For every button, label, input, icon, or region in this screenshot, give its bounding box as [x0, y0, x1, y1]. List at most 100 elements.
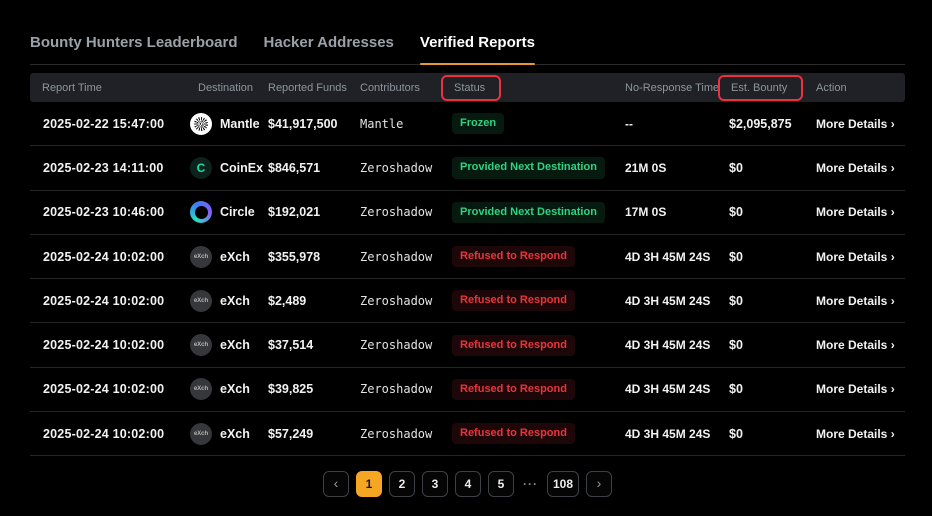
contributors-cell: Zeroshadow: [360, 250, 452, 264]
table-row: 2025-02-23 14:11:00 CoinEx $846,571 Zero…: [30, 146, 905, 190]
exch-logo-icon: [190, 378, 212, 400]
column-header-est-bounty-label: Est. Bounty: [731, 82, 787, 94]
reported-funds-cell: $41,917,500: [268, 117, 360, 131]
coinex-logo-icon: [190, 157, 212, 179]
status-badge: Refused to Respond: [452, 335, 575, 356]
contributors-cell: Mantle: [360, 117, 452, 131]
no-response-time-cell: 4D 3H 45M 24S: [625, 338, 729, 352]
status-cell: Refused to Respond: [452, 290, 625, 311]
destination-cell: eXch: [190, 334, 268, 356]
report-time-cell: 2025-02-24 10:02:00: [30, 294, 190, 308]
destination-cell: eXch: [190, 423, 268, 445]
column-header-report-time: Report Time: [30, 82, 190, 94]
circle-logo-icon: [190, 201, 212, 223]
status-cell: Refused to Respond: [452, 379, 625, 400]
destination-cell: eXch: [190, 246, 268, 268]
more-details-link[interactable]: More Details ›: [816, 161, 905, 175]
verified-reports-page: Bounty Hunters Leaderboard Hacker Addres…: [0, 0, 932, 497]
tab-verified-reports[interactable]: Verified Reports: [420, 34, 535, 64]
pagination-prev-button[interactable]: ‹: [323, 471, 349, 497]
reported-funds-cell: $39,825: [268, 382, 360, 396]
est-bounty-cell: $0: [729, 294, 816, 308]
destination-cell: eXch: [190, 378, 268, 400]
status-cell: Refused to Respond: [452, 335, 625, 356]
status-cell: Frozen: [452, 113, 625, 134]
status-badge: Refused to Respond: [452, 246, 575, 267]
status-badge: Frozen: [452, 113, 504, 134]
status-badge: Provided Next Destination: [452, 157, 605, 178]
report-time-cell: 2025-02-22 15:47:00: [30, 117, 190, 131]
no-response-time-cell: 4D 3H 45M 24S: [625, 382, 729, 396]
est-bounty-column-red-highlight-box: Est. Bounty: [718, 75, 803, 101]
more-details-link[interactable]: More Details ›: [816, 427, 905, 441]
reported-funds-cell: $192,021: [268, 205, 360, 219]
reported-funds-cell: $846,571: [268, 161, 360, 175]
pagination-page-1[interactable]: 1: [356, 471, 382, 497]
pagination-page-2[interactable]: 2: [389, 471, 415, 497]
status-column-red-highlight-box: Status: [441, 75, 501, 101]
column-header-reported-funds: Reported Funds: [268, 82, 360, 94]
reported-funds-cell: $37,514: [268, 338, 360, 352]
pagination: ‹ 1 2 3 4 5 ··· 108 ›: [30, 471, 905, 497]
report-time-cell: 2025-02-24 10:02:00: [30, 427, 190, 441]
status-badge: Refused to Respond: [452, 423, 575, 444]
tab-hacker-addresses[interactable]: Hacker Addresses: [264, 34, 394, 64]
mantle-logo-icon: [190, 113, 212, 135]
table-body: 2025-02-22 15:47:00 Mantle $41,917,500 M…: [30, 102, 905, 456]
no-response-time-cell: 4D 3H 45M 24S: [625, 250, 729, 264]
pagination-page-5[interactable]: 5: [488, 471, 514, 497]
contributors-cell: Zeroshadow: [360, 205, 452, 219]
report-time-cell: 2025-02-24 10:02:00: [30, 338, 190, 352]
destination-name: eXch: [220, 250, 250, 264]
reported-funds-cell: $355,978: [268, 250, 360, 264]
est-bounty-cell: $0: [729, 161, 816, 175]
reported-funds-cell: $2,489: [268, 294, 360, 308]
destination-name: eXch: [220, 382, 250, 396]
tab-bar: Bounty Hunters Leaderboard Hacker Addres…: [30, 0, 905, 65]
est-bounty-cell: $0: [729, 427, 816, 441]
more-details-link[interactable]: More Details ›: [816, 250, 905, 264]
status-badge: Provided Next Destination: [452, 202, 605, 223]
table-row: 2025-02-24 10:02:00 eXch $39,825 Zerosha…: [30, 368, 905, 412]
est-bounty-cell: $0: [729, 205, 816, 219]
column-header-status-label: Status: [454, 82, 485, 94]
destination-cell: Mantle: [190, 113, 268, 135]
table-row: 2025-02-24 10:02:00 eXch $355,978 Zerosh…: [30, 235, 905, 279]
est-bounty-cell: $0: [729, 382, 816, 396]
column-header-destination: Destination: [190, 82, 268, 94]
contributors-cell: Zeroshadow: [360, 161, 452, 175]
status-cell: Provided Next Destination: [452, 157, 625, 178]
est-bounty-cell: $2,095,875: [729, 117, 816, 131]
destination-name: CoinEx: [220, 161, 263, 175]
table-row: 2025-02-24 10:02:00 eXch $37,514 Zerosha…: [30, 323, 905, 367]
destination-cell: eXch: [190, 290, 268, 312]
destination-name: eXch: [220, 338, 250, 352]
table-row: 2025-02-24 10:02:00 eXch $57,249 Zerosha…: [30, 412, 905, 456]
more-details-link[interactable]: More Details ›: [816, 294, 905, 308]
column-header-est-bounty: Est. Bounty: [729, 82, 816, 94]
est-bounty-cell: $0: [729, 338, 816, 352]
status-cell: Refused to Respond: [452, 246, 625, 267]
report-time-cell: 2025-02-23 10:46:00: [30, 205, 190, 219]
column-header-no-response-time: No-Response Time: [625, 82, 729, 94]
destination-cell: CoinEx: [190, 157, 268, 179]
table-header-row: Report Time Destination Reported Funds C…: [30, 73, 905, 102]
pagination-page-4[interactable]: 4: [455, 471, 481, 497]
contributors-cell: Zeroshadow: [360, 338, 452, 352]
no-response-time-cell: --: [625, 117, 729, 131]
destination-name: Mantle: [220, 117, 260, 131]
tab-bounty-hunters-leaderboard[interactable]: Bounty Hunters Leaderboard: [30, 34, 238, 64]
pagination-page-108[interactable]: 108: [547, 471, 579, 497]
table-row: 2025-02-24 10:02:00 eXch $2,489 Zeroshad…: [30, 279, 905, 323]
more-details-link[interactable]: More Details ›: [816, 338, 905, 352]
est-bounty-cell: $0: [729, 250, 816, 264]
status-cell: Provided Next Destination: [452, 202, 625, 223]
pagination-ellipsis: ···: [521, 477, 540, 491]
more-details-link[interactable]: More Details ›: [816, 382, 905, 396]
pagination-next-button[interactable]: ›: [586, 471, 612, 497]
report-time-cell: 2025-02-24 10:02:00: [30, 250, 190, 264]
contributors-cell: Zeroshadow: [360, 427, 452, 441]
more-details-link[interactable]: More Details ›: [816, 205, 905, 219]
pagination-page-3[interactable]: 3: [422, 471, 448, 497]
more-details-link[interactable]: More Details ›: [816, 117, 905, 131]
